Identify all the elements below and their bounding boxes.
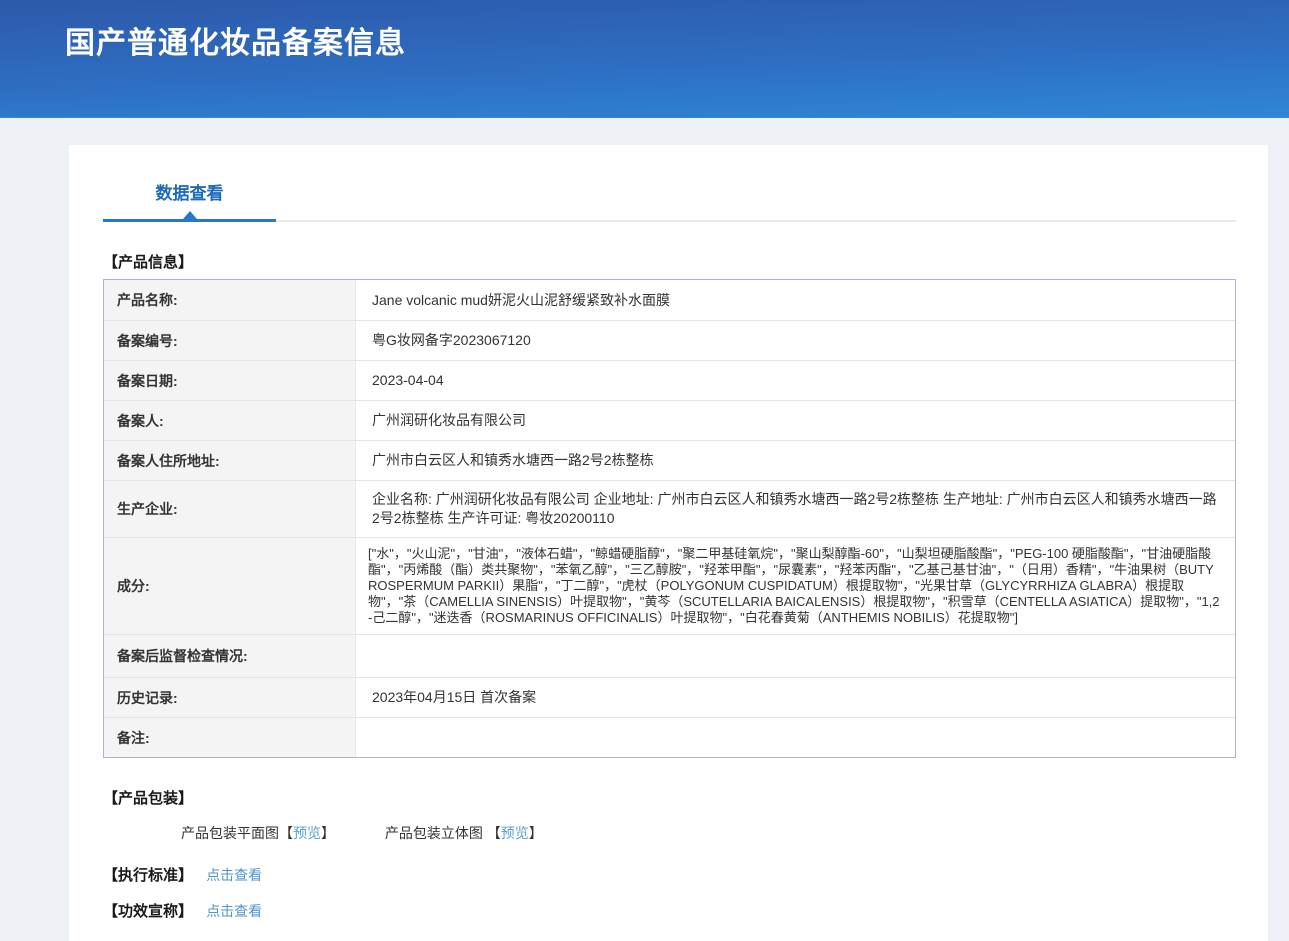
row-label: 生产企业:	[104, 481, 356, 537]
page-title: 国产普通化妆品备案信息	[0, 0, 1289, 61]
table-row-supervision: 备案后监督检查情况:	[104, 634, 1235, 677]
packaging-flat-label: 产品包装平面图	[181, 825, 279, 841]
row-label: 备案编号:	[104, 321, 356, 360]
packaging-flat-preview-link[interactable]: 预览	[293, 825, 321, 841]
table-row-filer-address: 备案人住所地址: 广州市白云区人和镇秀水塘西一路2号2栋整栋	[104, 440, 1235, 480]
bracket-open: 【	[279, 825, 293, 841]
bracket-close: 】	[529, 825, 543, 841]
efficacy-view-link[interactable]: 点击查看	[206, 903, 262, 919]
row-label: 备案人住所地址:	[104, 441, 356, 480]
packaging-stereo-label: 产品包装立体图	[385, 825, 487, 841]
table-row-ingredients: 成分: ["水"，"火山泥"，"甘油"，"液体石蜡"，"鲸蜡硬脂醇"，"聚二甲基…	[104, 537, 1235, 634]
row-value: 广州市白云区人和镇秀水塘西一路2号2栋整栋	[356, 441, 1235, 480]
tab-bar: 数据查看	[103, 180, 1236, 222]
efficacy-heading: 【功效宣称】	[103, 903, 193, 920]
packaging-line: 产品包装平面图【预览】 产品包装立体图 【预览】	[181, 823, 1236, 843]
product-info-heading: 【产品信息】	[103, 251, 1236, 272]
row-label: 备案后监督检查情况:	[104, 635, 356, 677]
content-card: 数据查看 【产品信息】 产品名称: Jane volcanic mud妍泥火山泥…	[69, 145, 1268, 941]
tab-active-underline	[103, 219, 276, 222]
packaging-stereo-item: 产品包装立体图 【预览】	[385, 823, 543, 843]
table-row-remarks: 备注:	[104, 717, 1235, 757]
standard-line: 【执行标准】 点击查看	[103, 864, 1236, 885]
bracket-close: 】	[321, 825, 335, 841]
table-row-product-name: 产品名称: Jane volcanic mud妍泥火山泥舒缓紧致补水面膜	[104, 280, 1235, 320]
row-label: 备案人:	[104, 401, 356, 440]
packaging-heading: 【产品包装】	[103, 787, 1236, 808]
tab-data-view[interactable]: 数据查看	[103, 179, 276, 222]
packaging-flat-item: 产品包装平面图【预览】	[181, 823, 335, 843]
row-value: Jane volcanic mud妍泥火山泥舒缓紧致补水面膜	[356, 280, 1235, 320]
standard-heading: 【执行标准】	[103, 867, 193, 884]
efficacy-line: 【功效宣称】 点击查看	[103, 900, 1236, 921]
table-row-manufacturer: 生产企业: 企业名称: 广州润研化妆品有限公司 企业地址: 广州市白云区人和镇秀…	[104, 480, 1235, 537]
tab-active-arrow-icon	[183, 211, 197, 219]
row-label: 备注:	[104, 718, 356, 757]
standard-view-link[interactable]: 点击查看	[206, 867, 262, 883]
row-value	[356, 718, 1235, 757]
table-row-filing-number: 备案编号: 粤G妆网备字2023067120	[104, 320, 1235, 360]
row-value: 粤G妆网备字2023067120	[356, 321, 1235, 360]
row-label: 产品名称:	[104, 280, 356, 320]
packaging-stereo-preview-link[interactable]: 预览	[501, 825, 529, 841]
row-label: 历史记录:	[104, 678, 356, 717]
table-row-filing-date: 备案日期: 2023-04-04	[104, 360, 1235, 400]
bracket-open: 【	[487, 825, 501, 841]
row-label: 备案日期:	[104, 361, 356, 400]
product-info-table: 产品名称: Jane volcanic mud妍泥火山泥舒缓紧致补水面膜 备案编…	[103, 279, 1236, 758]
page-header: 国产普通化妆品备案信息	[0, 0, 1289, 118]
row-value: 广州润研化妆品有限公司	[356, 401, 1235, 440]
row-value: 企业名称: 广州润研化妆品有限公司 企业地址: 广州市白云区人和镇秀水塘西一路2…	[356, 481, 1235, 537]
table-row-filer: 备案人: 广州润研化妆品有限公司	[104, 400, 1235, 440]
row-value: ["水"，"火山泥"，"甘油"，"液体石蜡"，"鲸蜡硬脂醇"，"聚二甲基硅氧烷"…	[356, 538, 1235, 634]
row-value: 2023-04-04	[356, 361, 1235, 400]
table-row-history: 历史记录: 2023年04月15日 首次备案	[104, 677, 1235, 717]
row-value: 2023年04月15日 首次备案	[356, 678, 1235, 717]
row-value	[356, 635, 1235, 677]
row-label: 成分:	[104, 538, 356, 634]
